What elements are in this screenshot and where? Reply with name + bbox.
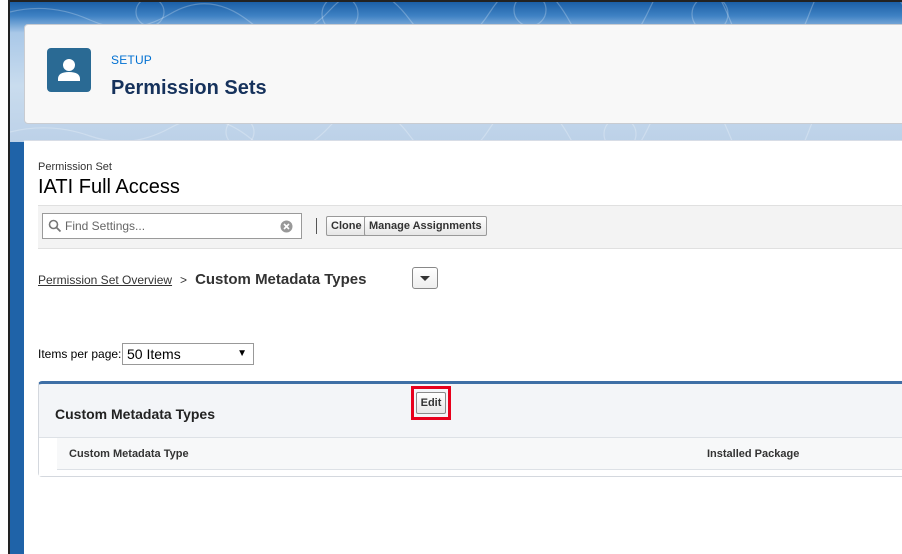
breadcrumb: Permission Set Overview > Custom Metadata … bbox=[38, 271, 367, 288]
manage-assignments-button[interactable]: Manage Assignments bbox=[364, 216, 487, 236]
search-icon bbox=[48, 219, 62, 233]
section-dropdown-button[interactable] bbox=[412, 267, 438, 289]
items-per-page-label: Items per page: bbox=[38, 347, 122, 361]
items-per-page-value: 50 Items bbox=[127, 346, 181, 362]
panel-title: Custom Metadata Types bbox=[55, 406, 215, 422]
column-header-installed-package[interactable]: Installed Package bbox=[697, 438, 902, 470]
breadcrumb-overview-link[interactable]: Permission Set Overview bbox=[38, 273, 172, 287]
column-header-custom-metadata-type[interactable]: Custom Metadata Type bbox=[57, 438, 697, 470]
table-header: Custom Metadata Type Installed Package bbox=[39, 437, 902, 476]
clear-search-icon[interactable] bbox=[280, 220, 293, 233]
main-content: Permission Set IATI Full Access Clone Ma… bbox=[24, 140, 902, 554]
items-per-page-select[interactable]: 50 Items ▼ bbox=[122, 343, 254, 365]
toolbar: Clone Manage Assignments bbox=[38, 205, 902, 249]
toolbar-divider bbox=[316, 218, 317, 234]
find-settings-search[interactable] bbox=[42, 213, 302, 239]
breadcrumb-separator: > bbox=[180, 273, 188, 287]
page-header: SETUP Permission Sets bbox=[24, 24, 902, 124]
page-title: Permission Sets bbox=[111, 77, 267, 99]
clone-button[interactable]: Clone bbox=[326, 216, 367, 236]
breadcrumb-current: Custom Metadata Types bbox=[195, 271, 367, 288]
user-icon bbox=[47, 48, 91, 92]
permission-set-label: Permission Set bbox=[38, 161, 112, 173]
custom-metadata-types-panel: Custom Metadata Types Edit Custom Metada… bbox=[38, 381, 902, 477]
select-arrow-icon: ▼ bbox=[237, 348, 247, 359]
permission-set-name: IATI Full Access bbox=[38, 176, 180, 198]
search-input[interactable] bbox=[65, 217, 265, 235]
app-frame: SETUP Permission Sets Permission Set IAT… bbox=[8, 0, 902, 554]
edit-button[interactable]: Edit bbox=[416, 392, 446, 414]
header-eyebrow: SETUP bbox=[111, 53, 153, 67]
caret-down-icon bbox=[420, 276, 430, 281]
